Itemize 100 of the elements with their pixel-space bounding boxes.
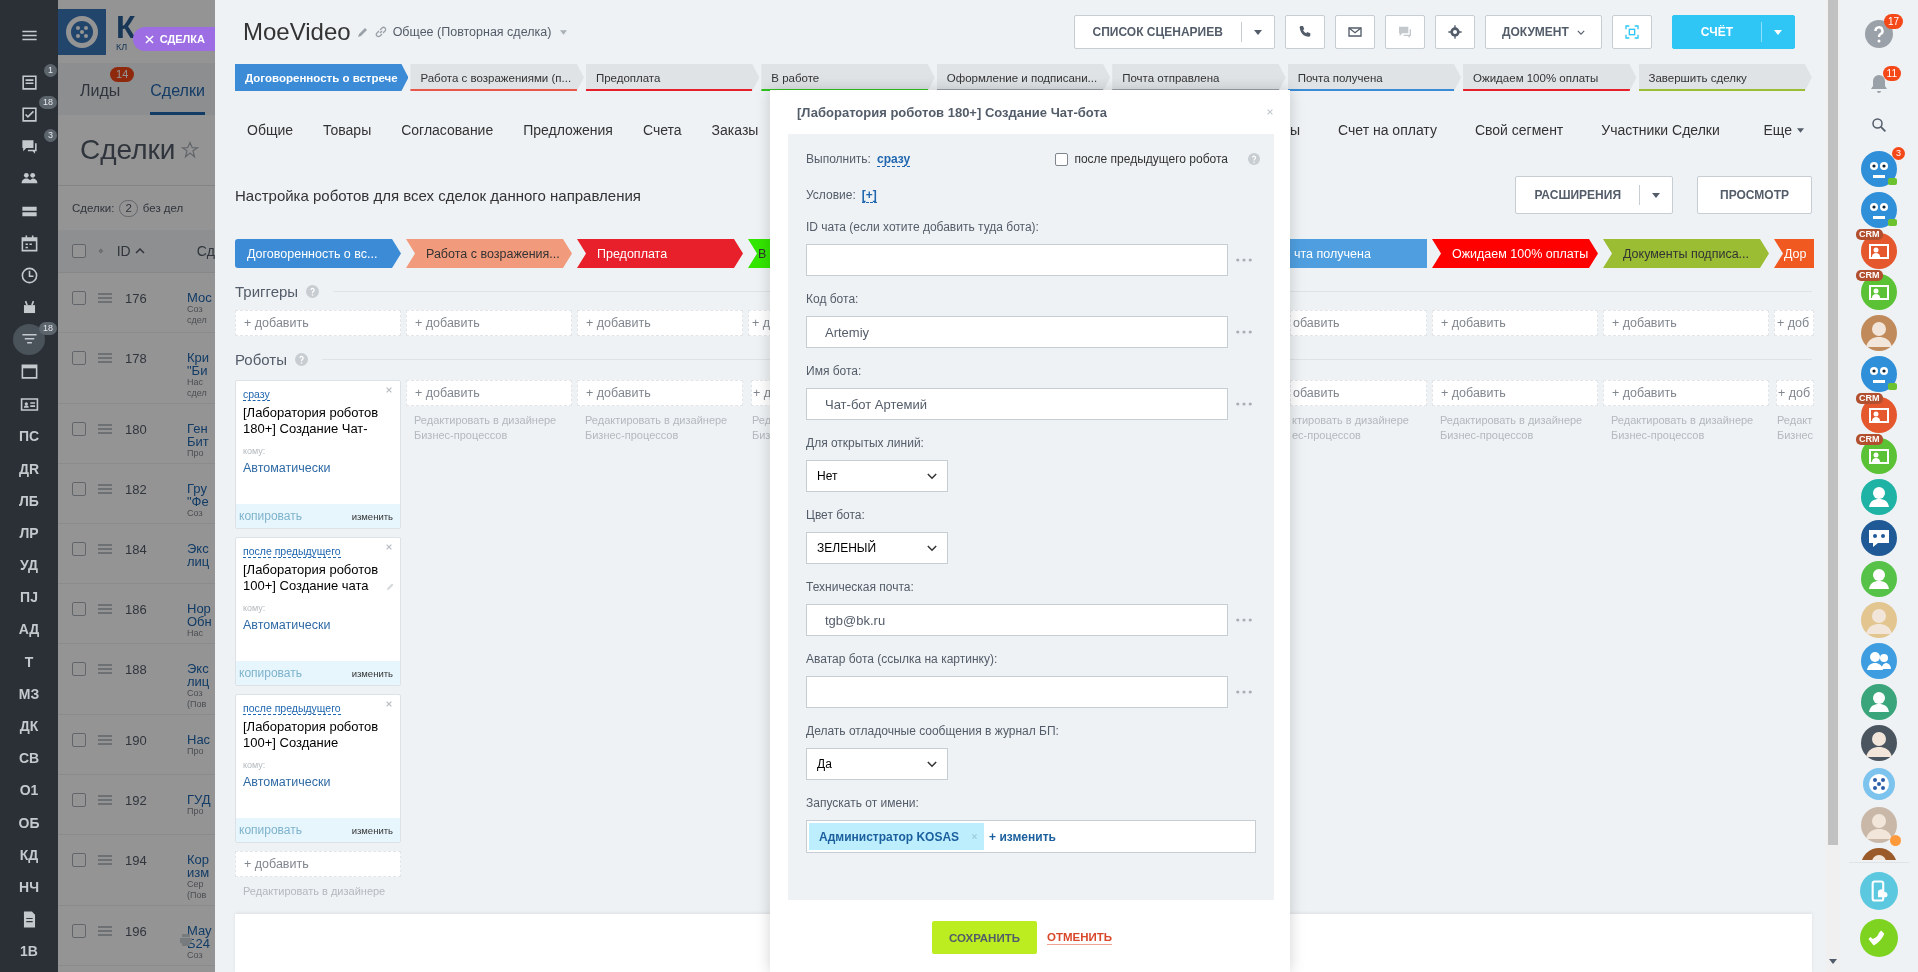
stage-chevron[interactable]: чта получена <box>1290 239 1427 268</box>
nav-item[interactable]: КД <box>13 839 45 871</box>
input-field[interactable]: Artemiy <box>806 316 1228 348</box>
tab[interactable]: Участники Сделки <box>1601 122 1720 138</box>
condition-link[interactable]: [+] <box>861 187 877 203</box>
more-icon[interactable] <box>1236 258 1252 262</box>
tab[interactable]: Свой сегмент <box>1474 122 1564 138</box>
icon-button[interactable] <box>1434 15 1475 49</box>
robot-card[interactable]: после предыдущего [Лаборатория роботов 100+] Создание кому: Автоматически копировать изменить <box>235 694 401 843</box>
caret-icon[interactable] <box>1652 192 1660 198</box>
input-field[interactable] <box>806 676 1228 708</box>
deal-link[interactable]: Ген <box>187 422 209 435</box>
stage-chevron[interactable]: Дор <box>1774 239 1814 268</box>
more-icon[interactable] <box>1236 690 1252 694</box>
user-chip[interactable]: Администратор KOSAS <box>809 823 985 850</box>
add-button[interactable]: + добавить <box>1603 380 1769 406</box>
drag-handle-icon[interactable] <box>98 795 112 805</box>
deal-link[interactable]: Мау <box>187 924 212 937</box>
nav-item[interactable]: ЛБ <box>13 485 45 517</box>
add-button[interactable]: + добавить <box>406 310 572 336</box>
stage-step[interactable]: В работе <box>761 64 935 91</box>
nav-item[interactable]: МЗ <box>13 678 45 710</box>
drag-handle-icon[interactable] <box>98 293 112 303</box>
tab[interactable]: Сделки <box>150 63 205 115</box>
drag-handle-icon[interactable] <box>98 855 112 865</box>
robot-card[interactable]: после предыдущего [Лаборатория роботов 100+] Создание чата кому: Автоматически копировать изменить <box>235 537 401 686</box>
checkbox-label[interactable]: после предыдущего робота <box>1074 152 1228 166</box>
drag-handle-icon[interactable] <box>98 926 112 936</box>
drag-handle-icon[interactable] <box>98 664 112 674</box>
link-icon[interactable] <box>374 26 387 38</box>
select-field[interactable]: Нет <box>806 460 948 492</box>
robot-avatar-icon[interactable] <box>1861 151 1897 187</box>
stage-step[interactable]: Ожидаем 100% оплаты <box>1463 64 1637 91</box>
add-button[interactable]: + добавить <box>577 310 743 336</box>
nav-item[interactable] <box>13 324 45 356</box>
stage-step[interactable]: Почта получена <box>1287 64 1462 91</box>
help-icon[interactable] <box>306 284 320 298</box>
help-icon[interactable] <box>1248 153 1260 165</box>
edit-link[interactable]: изменить <box>351 510 393 522</box>
robot-card[interactable]: сразу [Лаборатория роботов 180+] Создание Чат- кому: Автоматически копировать изменить <box>235 380 401 529</box>
gear-logo-icon[interactable] <box>1861 766 1897 802</box>
deal-link[interactable]: изм <box>187 866 210 879</box>
recipient-link[interactable]: Автоматически <box>243 461 331 475</box>
deal-link[interactable]: "Би <box>187 364 210 377</box>
drag-handle-icon[interactable] <box>98 484 112 494</box>
nav-item[interactable]: ДК <box>13 710 45 742</box>
add-button[interactable]: + д <box>748 310 772 336</box>
crm-card-icon[interactable] <box>1861 438 1897 474</box>
checkbox[interactable] <box>72 602 86 616</box>
tab[interactable]: Товары <box>323 122 372 138</box>
preview-button[interactable]: ПРОСМОТР <box>1697 176 1812 214</box>
change-link[interactable]: + изменить <box>989 829 1056 844</box>
nav-item[interactable]: 1В <box>13 935 45 967</box>
nav-item[interactable]: СВ <box>13 742 45 774</box>
more-tab[interactable]: Еще <box>1763 122 1804 138</box>
nav-item[interactable]: АД <box>13 613 45 645</box>
checkbox[interactable] <box>72 351 86 365</box>
deal-link[interactable]: Нор <box>187 602 212 615</box>
add-button[interactable]: обавить <box>1290 310 1427 336</box>
deal-link[interactable]: Бит <box>187 435 209 448</box>
checkbox[interactable] <box>1055 152 1069 166</box>
more-icon[interactable] <box>1236 330 1252 334</box>
nav-item[interactable]: УД <box>13 549 45 581</box>
remove-icon[interactable] <box>971 833 979 840</box>
scenarios-button[interactable]: СПИСОК СЦЕНАРИЕВ <box>1073 15 1275 49</box>
add-button[interactable]: + добавить <box>1603 310 1769 336</box>
add-button[interactable]: + добавить <box>235 310 401 336</box>
star-icon[interactable] <box>181 141 200 159</box>
close-icon[interactable] <box>1266 108 1274 116</box>
deal-link[interactable]: лиц <box>187 675 210 688</box>
stage-step[interactable]: Предоплата <box>585 64 760 91</box>
timing-link[interactable]: сразу <box>876 151 911 167</box>
timing-link[interactable]: после предыдущего <box>243 702 341 715</box>
checkbox[interactable] <box>72 793 86 807</box>
add-button[interactable]: + доб <box>1774 310 1814 336</box>
drag-handle-icon[interactable] <box>98 544 112 554</box>
deal-link[interactable]: Обн <box>187 615 212 628</box>
deal-link[interactable]: Нас <box>187 733 211 746</box>
input-field[interactable] <box>806 244 1228 276</box>
scroll-down-icon[interactable] <box>1829 959 1837 964</box>
checkbox[interactable] <box>72 291 86 305</box>
input-field[interactable]: Чат-бот Артемий <box>806 388 1228 420</box>
robot-avatar-icon[interactable] <box>1861 192 1897 228</box>
close-icon[interactable] <box>385 386 393 394</box>
counter-text[interactable]: без дел <box>142 202 184 214</box>
avatar-icon[interactable] <box>1861 725 1897 761</box>
tab[interactable]: Согласование <box>401 122 494 138</box>
document-button[interactable]: ДОКУМЕНТ <box>1484 15 1602 49</box>
nav-item[interactable]: ДR <box>13 453 45 485</box>
nav-item[interactable]: ПС <box>13 420 45 452</box>
deal-link[interactable]: Гру <box>187 482 209 495</box>
save-button[interactable]: СОХРАНИТЬ <box>931 921 1037 954</box>
checkbox[interactable] <box>72 853 86 867</box>
help-icon[interactable] <box>294 352 308 366</box>
deal-link[interactable]: Кор <box>187 853 210 866</box>
add-button[interactable]: обавить <box>1290 380 1427 406</box>
checkbox[interactable] <box>72 244 86 258</box>
cancel-link[interactable]: ОТМЕНИТЬ <box>1046 930 1113 945</box>
robot-avatar-icon[interactable] <box>1861 356 1897 392</box>
add-button[interactable]: + добавить <box>1432 310 1598 336</box>
